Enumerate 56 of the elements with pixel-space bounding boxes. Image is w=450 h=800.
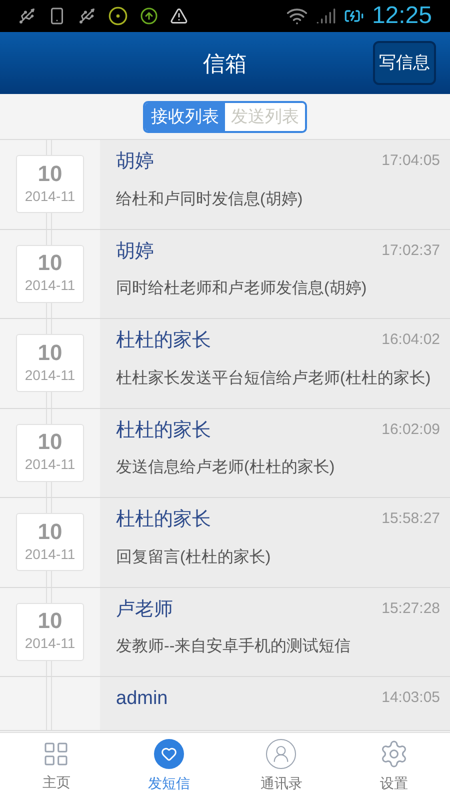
message-item[interactable]: 胡婷 17:04:05 给杜和卢同时发信息(胡婷)	[100, 140, 450, 228]
sender-name: 杜杜的家长	[116, 329, 211, 353]
sender-name: 杜杜的家长	[116, 508, 211, 532]
upload-icon	[140, 7, 158, 25]
date-month: 2014-11	[24, 634, 76, 654]
date-month: 2014-11	[24, 544, 76, 564]
sender-name: admin	[116, 687, 168, 711]
sender-name: 胡婷	[116, 150, 154, 174]
signal-icon	[316, 6, 336, 26]
header-title: 信箱	[203, 50, 247, 78]
phone-icon	[48, 7, 66, 25]
message-time: 15:27:28	[382, 598, 440, 618]
nav-tab[interactable]: 主页	[0, 733, 112, 800]
nav-tab[interactable]: 发短信	[112, 733, 225, 800]
date-day: 10	[38, 430, 62, 454]
message-time: 15:58:27	[382, 509, 440, 529]
message-item[interactable]: 卢老师 15:27:28 发教师--来自安卓手机的测试短信	[100, 588, 450, 676]
segment-tab[interactable]: 接收列表	[145, 102, 225, 130]
date-month: 2014-11	[24, 276, 76, 296]
nav-tab[interactable]: 设置	[338, 733, 450, 800]
message-time: 16:04:02	[382, 330, 440, 350]
message-text: 杜杜家长发送平台短信给卢老师(杜杜的家长)	[116, 368, 432, 388]
grid-icon	[42, 740, 70, 768]
message-text: 给杜和卢同时发信息(胡婷)	[116, 190, 304, 210]
date-day: 10	[38, 520, 62, 544]
compose-button[interactable]: 写信息	[373, 41, 436, 85]
clock-time: 12:25	[372, 1, 432, 31]
message-item[interactable]: 胡婷 17:02:37 同时给杜老师和卢老师发信息(胡婷)	[100, 230, 450, 318]
nav-tab[interactable]: 通讯录	[225, 733, 338, 800]
user-icon	[266, 739, 296, 769]
date-day: 10	[38, 251, 62, 276]
warning-icon	[170, 7, 188, 25]
date-month: 2014-11	[24, 186, 76, 206]
sender-name: 卢老师	[116, 598, 173, 622]
date-month: 2014-11	[24, 455, 76, 474]
message-text: 发送信息给卢老师(杜杜的家长)	[116, 458, 336, 478]
usb-icon	[78, 7, 96, 25]
date-month: 2014-11	[24, 366, 76, 385]
date-day: 10	[38, 609, 62, 634]
message-time: 16:02:09	[382, 420, 440, 440]
message-item[interactable]: 杜杜的家长 15:58:27 回复留言(杜杜的家长)	[100, 498, 450, 586]
usb-icon	[18, 7, 36, 25]
date-day: 10	[38, 162, 62, 186]
message-item[interactable]: 杜杜的家长 16:02:09 发送信息给卢老师(杜杜的家长)	[100, 408, 450, 497]
date-day: 10	[38, 340, 62, 365]
message-time: 17:04:05	[382, 151, 440, 171]
badge-icon	[108, 6, 128, 26]
message-item[interactable]: admin 14:03:05	[100, 677, 450, 730]
message-time: 14:03:05	[382, 688, 440, 708]
message-text: 回复留言(杜杜的家长)	[116, 548, 272, 568]
sender-name: 杜杜的家长	[116, 418, 211, 442]
message-item[interactable]: 杜杜的家长 16:04:02 杜杜家长发送平台短信给卢老师(杜杜的家长)	[100, 319, 450, 408]
message-text: 发教师--来自安卓手机的测试短信	[116, 636, 352, 657]
message-time: 17:02:37	[382, 240, 440, 260]
sender-name: 胡婷	[116, 240, 154, 264]
message-text: 同时给杜老师和卢老师发信息(胡婷)	[116, 278, 368, 299]
